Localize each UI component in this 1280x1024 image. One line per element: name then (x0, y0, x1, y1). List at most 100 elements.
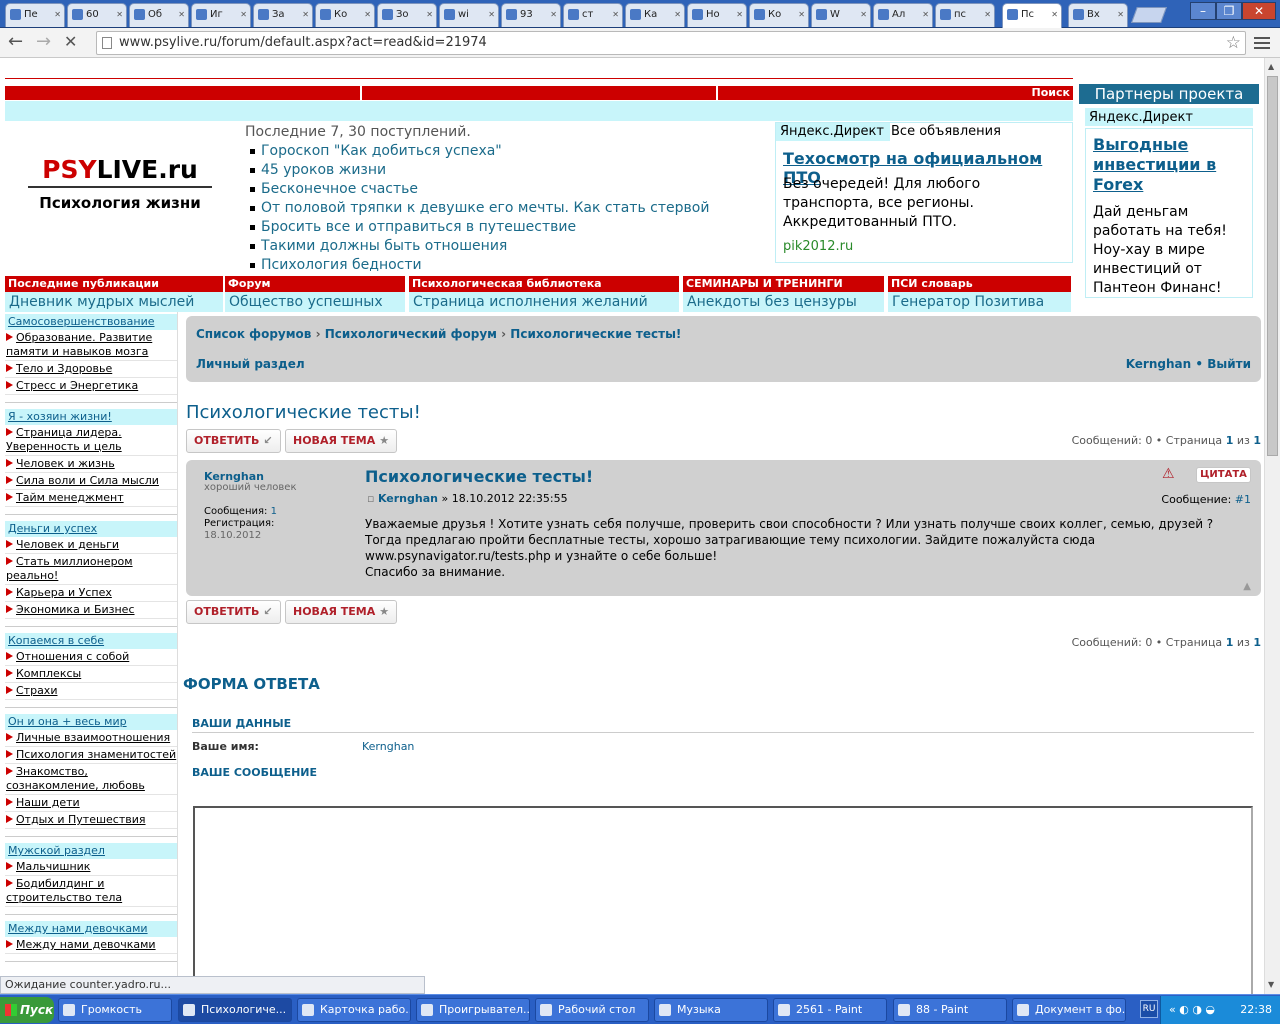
sidebar-section-title[interactable]: Копаемся в себе (5, 633, 177, 649)
sidebar-item[interactable]: Человек и деньги (5, 537, 177, 554)
sidebar-item[interactable]: Между нами девочками (5, 937, 177, 954)
recent-post-link[interactable]: Такими должны быть отношения (245, 237, 709, 256)
sidebar-item[interactable]: Бодибилдинг и строительство тела (5, 876, 177, 907)
sidebar-item[interactable]: Наши дети (5, 795, 177, 812)
page-scrollbar[interactable]: ▲ ▼ (1264, 58, 1280, 994)
close-tab-icon[interactable]: ✕ (736, 4, 743, 26)
breadcrumb-link[interactable]: Психологический форум (325, 327, 497, 341)
post-title-link[interactable]: Психологические тесты! (365, 467, 593, 486)
topnav-link[interactable]: Дневник мудрых мыслей (5, 292, 225, 312)
browser-tab[interactable]: Ка ✕ (625, 3, 685, 27)
close-tab-icon[interactable]: ✕ (922, 4, 929, 26)
close-tab-icon[interactable]: ✕ (860, 4, 867, 26)
taskbar-button[interactable]: Громкость (58, 998, 172, 1022)
browser-tab[interactable]: пс ✕ (935, 3, 995, 27)
post-meta-author[interactable]: Kernghan (378, 492, 438, 505)
recent-post-link[interactable]: Гороскоп "Как добиться успеха" (245, 142, 709, 161)
sidebar-item[interactable]: Стать миллионером реально! (5, 554, 177, 585)
forward-icon[interactable]: → (36, 32, 51, 52)
sidebar-section-title[interactable]: Между нами девочками (5, 921, 177, 937)
new-topic-button-bottom[interactable]: НОВАЯ ТЕМА ★ (285, 600, 398, 624)
partners-ad-title[interactable]: Выгодные инвестиции в Forex (1093, 135, 1243, 195)
address-bar[interactable]: www.psylive.ru/forum/default.aspx?act=re… (96, 31, 1246, 55)
browser-tab[interactable]: Зо ✕ (377, 3, 437, 27)
browser-tab[interactable]: Иг ✕ (191, 3, 251, 27)
bookmark-star-icon[interactable]: ☆ (1226, 32, 1241, 54)
topnav-heading[interactable]: СЕМИНАРЫ И ТРЕНИНГИ (683, 276, 886, 292)
sidebar-item[interactable]: Карьера и Успех (5, 585, 177, 602)
quote-button[interactable]: ЦИТАТА (1196, 467, 1251, 483)
close-tab-icon[interactable]: ✕ (798, 4, 805, 26)
search-link[interactable]: Поиск (718, 86, 1073, 100)
topnav-link[interactable]: Общество успешных (225, 292, 407, 312)
sidebar-item[interactable]: Образование. Развитие памяти и навыков м… (5, 330, 177, 361)
scroll-up-icon[interactable]: ▲ (1268, 62, 1274, 71)
new-topic-button[interactable]: НОВАЯ ТЕМА ★ (285, 429, 398, 453)
sidebar-section-title[interactable]: Мужской раздел (5, 843, 177, 859)
all-ads-link[interactable]: Все объявления (891, 124, 1001, 139)
taskbar-button[interactable]: Музыка (654, 998, 768, 1022)
reply-button[interactable]: ОТВЕТИТЬ ↙ (186, 429, 281, 453)
yandex-direct-label[interactable]: Яндекс.Директ (776, 123, 890, 141)
browser-tab[interactable]: Об ✕ (129, 3, 189, 27)
close-tab-icon[interactable]: ✕ (1051, 4, 1058, 26)
browser-tab[interactable]: Ко ✕ (749, 3, 809, 27)
close-tab-icon[interactable]: ✕ (178, 4, 185, 26)
menu-icon[interactable] (1254, 34, 1270, 50)
breadcrumb-link[interactable]: Психологические тесты! (510, 327, 681, 341)
browser-tab[interactable]: 93 ✕ (501, 3, 561, 27)
sidebar-item[interactable]: Комплексы (5, 666, 177, 683)
browser-tab[interactable]: ст ✕ (563, 3, 623, 27)
sidebar-item[interactable]: Страница лидера. Уверенность и цель (5, 425, 177, 456)
recent-post-link[interactable]: 45 уроков жизни (245, 161, 709, 180)
logout-link[interactable]: Выйти (1207, 357, 1251, 371)
taskbar-button[interactable]: Рабочий стол (535, 998, 649, 1022)
sidebar-item[interactable]: Тайм менеджмент (5, 490, 177, 507)
username-link[interactable]: Kernghan (1126, 357, 1191, 371)
sidebar-item[interactable]: Психология знаменитостей (5, 747, 177, 764)
topnav-link[interactable]: Страница исполнения желаний (409, 292, 681, 312)
close-tab-icon[interactable]: ✕ (674, 4, 681, 26)
close-tab-icon[interactable]: ✕ (364, 4, 371, 26)
ad-domain[interactable]: pik2012.ru (783, 239, 853, 254)
sidebar-item[interactable]: Страхи (5, 683, 177, 700)
close-tab-icon[interactable]: ✕ (54, 4, 61, 26)
tray-icons[interactable]: « ◐ ◑ ◒ (1169, 996, 1215, 1024)
site-logo[interactable]: PSYLIVE.ru Психология жизни (28, 156, 212, 212)
reply-button-bottom[interactable]: ОТВЕТИТЬ ↙ (186, 600, 281, 624)
taskbar-button[interactable]: Карточка рабо... (297, 998, 411, 1022)
sidebar-item[interactable]: Мальчишник (5, 859, 177, 876)
close-tab-icon[interactable]: ✕ (426, 4, 433, 26)
sidebar-item[interactable]: Сила воли и Сила мысли (5, 473, 177, 490)
stop-icon[interactable]: ✕ (64, 32, 77, 52)
close-tab-icon[interactable]: ✕ (984, 4, 991, 26)
maximize-button[interactable]: ❐ (1216, 2, 1242, 20)
sidebar-section-title[interactable]: Самосовершенствование (5, 314, 177, 330)
taskbar-button[interactable]: 2561 - Paint (773, 998, 887, 1022)
taskbar-button[interactable]: Проигрывател... (416, 998, 530, 1022)
scroll-down-icon[interactable]: ▼ (1268, 980, 1274, 989)
close-tab-icon[interactable]: ✕ (116, 4, 123, 26)
taskbar-button[interactable]: 88 - Paint (893, 998, 1007, 1022)
sidebar-section-title[interactable]: Он и она + весь мир (5, 714, 177, 730)
sidebar-item[interactable]: Стресс и Энергетика (5, 378, 177, 395)
sidebar-section-title[interactable]: Я - хозяин жизни! (5, 409, 177, 425)
back-icon[interactable]: ← (8, 32, 23, 52)
close-tab-icon[interactable]: ✕ (488, 4, 495, 26)
recent-post-link[interactable]: Бросить все и отправиться в путешествие (245, 218, 709, 237)
browser-tab[interactable]: Но ✕ (687, 3, 747, 27)
recent-post-link[interactable]: От половой тряпки к девушке его мечты. К… (245, 199, 709, 218)
sidebar-item[interactable]: Человек и жизнь (5, 456, 177, 473)
topnav-heading[interactable]: ПСИ словарь (888, 276, 1073, 292)
sidebar-item[interactable]: Личные взаимоотношения (5, 730, 177, 747)
topnav-heading[interactable]: Форум (225, 276, 407, 292)
sidebar-item[interactable]: Тело и Здоровье (5, 361, 177, 378)
report-icon[interactable]: ⚠ (1162, 466, 1175, 482)
recent-post-link[interactable]: Бесконечное счастье (245, 180, 709, 199)
scroll-thumb[interactable] (1267, 76, 1278, 456)
sidebar-item[interactable]: Знакомство, сознакомление, любовь (5, 764, 177, 795)
close-tab-icon[interactable]: ✕ (240, 4, 247, 26)
back-to-top-icon[interactable]: ▲ (1243, 581, 1251, 592)
sidebar-section-title[interactable]: Деньги и успех (5, 521, 177, 537)
new-tab-button[interactable] (1131, 7, 1167, 23)
